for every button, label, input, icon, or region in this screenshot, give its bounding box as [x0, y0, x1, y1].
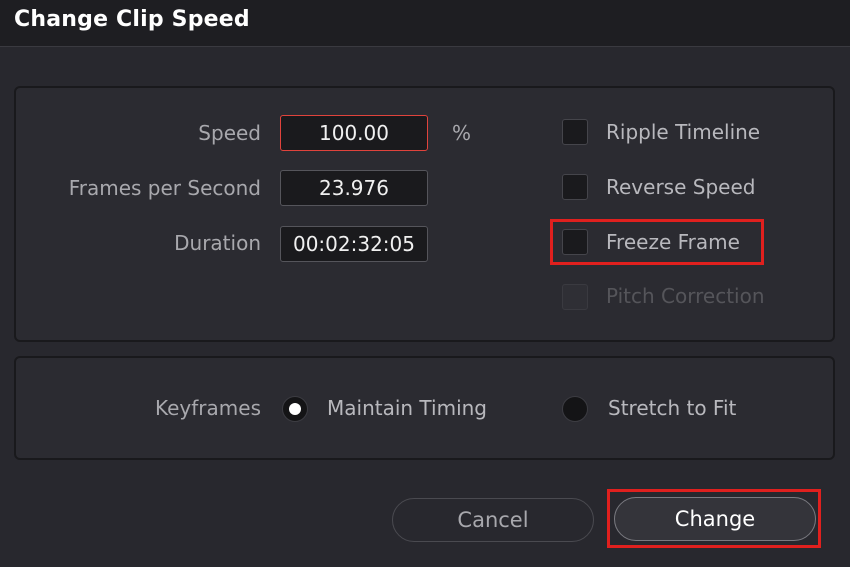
speed-label: Speed: [198, 121, 261, 145]
change-button-highlight: [607, 489, 821, 548]
dialog-titlebar: Change Clip Speed: [0, 0, 850, 47]
dialog-title: Change Clip Speed: [14, 7, 250, 32]
pitch-correction-checkbox: [562, 284, 588, 310]
keyframes-label: Keyframes: [155, 396, 261, 420]
stretch-to-fit-radio[interactable]: [562, 396, 588, 422]
fps-input[interactable]: 23.976: [280, 170, 428, 206]
ripple-timeline-label: Ripple Timeline: [606, 120, 761, 144]
pitch-correction-label: Pitch Correction: [606, 284, 765, 308]
stretch-to-fit-label: Stretch to Fit: [608, 396, 737, 420]
maintain-timing-label: Maintain Timing: [327, 396, 487, 420]
maintain-timing-radio[interactable]: [282, 396, 308, 422]
duration-input[interactable]: 00:02:32:05: [280, 226, 428, 262]
reverse-speed-checkbox[interactable]: [562, 174, 588, 200]
ripple-timeline-checkbox[interactable]: [562, 119, 588, 145]
cancel-button[interactable]: Cancel: [392, 498, 594, 542]
speed-unit: %: [452, 121, 472, 145]
duration-label: Duration: [174, 231, 261, 255]
fps-label: Frames per Second: [68, 176, 261, 200]
speed-input[interactable]: 100.00: [280, 115, 428, 151]
freeze-frame-highlight: [550, 219, 764, 265]
reverse-speed-label: Reverse Speed: [606, 175, 756, 199]
